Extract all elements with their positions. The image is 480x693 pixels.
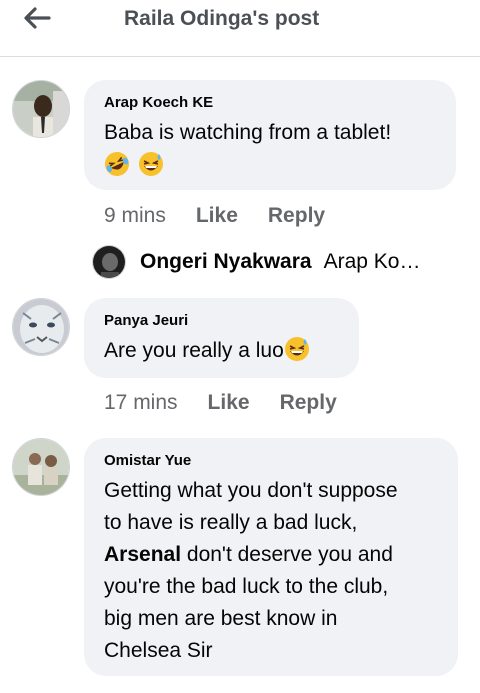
comment-meta: 9 mins Like Reply — [104, 204, 325, 228]
comment-text-line: Getting what you don't suppose — [104, 479, 398, 502]
comment-author[interactable]: Panya Jeuri — [104, 312, 339, 329]
comment-text: Getting what you don't suppose to have i… — [104, 475, 438, 667]
comment-time: 9 mins — [104, 204, 166, 227]
bold-word: Arsenal — [104, 543, 182, 566]
avatar[interactable] — [12, 438, 70, 496]
comment-author[interactable]: Omistar Yue — [104, 452, 438, 469]
reply-preview[interactable]: Ongeri Nyakwara Arap Ko… — [92, 244, 420, 280]
comment-bubble: Arap Koech KE Baba is watching from a ta… — [84, 80, 456, 190]
page-title: Raila Odinga's post — [124, 7, 320, 30]
avatar[interactable] — [12, 80, 70, 138]
grinning-sweat-icon — [284, 337, 309, 361]
reply-button[interactable]: Reply — [280, 391, 337, 415]
grinning-sweat-icon — [139, 152, 164, 176]
comment-text-line: Chelsea Sir — [104, 639, 213, 662]
reply-author[interactable]: Ongeri Nyakwara — [140, 250, 312, 274]
comment-text: Are you really a luo — [104, 339, 284, 362]
comment-bubble: Panya Jeuri Are you really a luo — [84, 298, 359, 378]
reply-button[interactable]: Reply — [268, 204, 325, 228]
comment-author[interactable]: Arap Koech KE — [104, 94, 436, 111]
like-button[interactable]: Like — [208, 391, 250, 415]
comment-meta: 17 mins Like Reply — [104, 391, 337, 415]
comment-time: 17 mins — [104, 391, 178, 414]
avatar — [92, 245, 126, 279]
back-arrow-icon[interactable] — [22, 6, 52, 30]
like-button[interactable]: Like — [196, 204, 238, 228]
comment-text: Baba is watching from a tablet! — [104, 121, 392, 144]
comment-text-line: Are you really a luo — [104, 335, 339, 367]
comment-text-line: you're the bad luck to the club, — [104, 575, 389, 598]
comment-text-line: Arsenal don't deserve you and — [104, 543, 393, 566]
avatar[interactable] — [12, 298, 70, 356]
comment-bubble: Omistar Yue Getting what you don't suppo… — [84, 438, 458, 676]
reply-snippet: Arap Ko… — [323, 250, 421, 273]
comment-text-line: to have is really a bad luck, — [104, 511, 358, 534]
post-header: Raila Odinga's post — [0, 0, 480, 57]
rofl-emoji-icon — [105, 152, 129, 176]
comment-text-line: big men are best know in — [104, 607, 338, 630]
